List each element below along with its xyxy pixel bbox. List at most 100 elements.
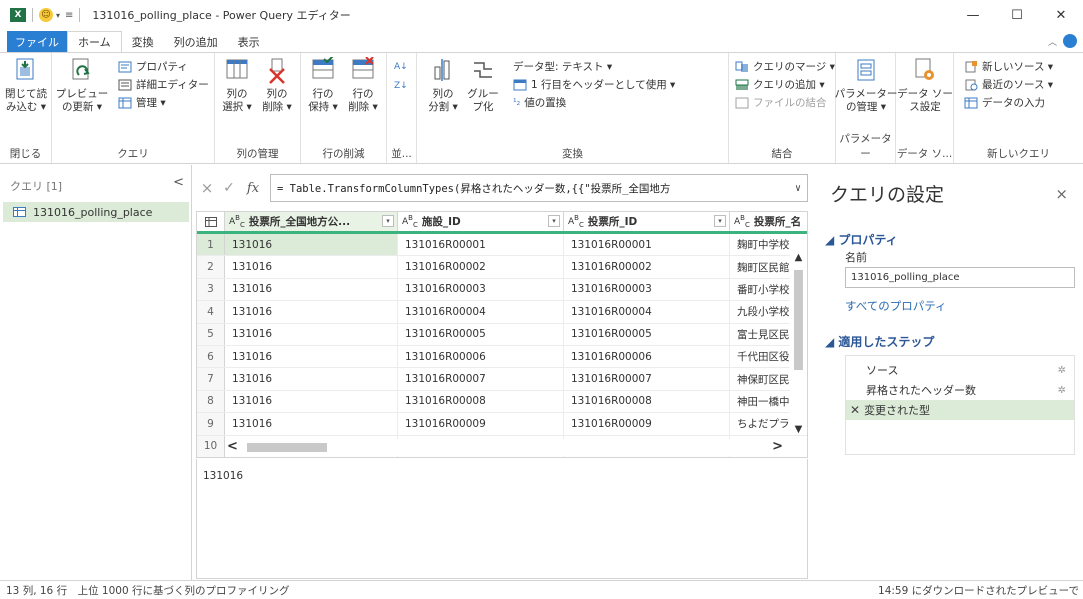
enter-data-button[interactable]: データの入力 (964, 94, 1045, 111)
column-header[interactable]: ABC 投票所_ID ▾ (564, 212, 730, 231)
row-number[interactable]: 8 (197, 390, 225, 413)
feedback-smiley-icon[interactable]: ☺ (39, 8, 53, 22)
append-queries-button[interactable]: クエリの追加 ▾ (735, 76, 825, 93)
excel-app-icon[interactable]: X (10, 8, 26, 22)
remove-columns-button[interactable]: 列の 削除 ▾ (255, 57, 299, 114)
column-header[interactable]: ABC 施設_ID ▾ (398, 212, 564, 231)
table-cell[interactable]: 131016 (225, 368, 398, 390)
help-icon[interactable] (1063, 34, 1077, 48)
row-number[interactable]: 7 (197, 368, 225, 390)
vertical-scrollbar[interactable]: ▲ ▼ (790, 252, 807, 435)
tab-add-column[interactable]: 列の追加 (164, 31, 228, 52)
properties-section-header[interactable]: ◢ プロパティ (825, 231, 898, 248)
gear-icon[interactable]: ✲ (1058, 385, 1066, 396)
close-and-load-button[interactable]: 閉じて読 み込む ▾ (4, 57, 48, 114)
table-cell[interactable]: 131016R00009 (564, 413, 730, 435)
tab-file[interactable]: ファイル (7, 31, 67, 52)
column-filter-dropdown[interactable]: ▾ (382, 215, 394, 227)
keep-rows-button[interactable]: 行の 保持 ▾ (301, 57, 345, 114)
applied-steps-header[interactable]: ◢ 適用したステップ (825, 333, 934, 350)
column-filter-dropdown[interactable]: ▾ (548, 215, 560, 227)
table-cell[interactable]: 131016R00009 (398, 413, 564, 435)
scroll-up-icon[interactable]: ▲ (790, 252, 807, 263)
step-item[interactable]: 昇格されたヘッダー数 ✲ (846, 380, 1074, 400)
column-header[interactable]: ABC 投票所_名 (730, 212, 807, 231)
table-cell[interactable]: 131016R00002 (398, 256, 564, 278)
table-menu-button[interactable] (197, 212, 225, 231)
collapse-queries-pane-icon[interactable]: < (173, 175, 184, 190)
manage-button[interactable]: 管理 ▾ (118, 94, 166, 111)
tab-transform[interactable]: 変換 (122, 31, 164, 52)
table-cell[interactable]: 131016R00002 (564, 256, 730, 278)
step-item[interactable]: ソース ✲ (846, 360, 1074, 380)
row-number[interactable]: 5 (197, 323, 225, 345)
scrollbar-thumb[interactable] (794, 270, 803, 370)
scroll-left-icon[interactable]: < (227, 439, 238, 454)
fx-icon[interactable]: fx (240, 181, 266, 196)
scrollbar-thumb[interactable] (247, 443, 327, 452)
table-cell[interactable]: 131016 (225, 323, 398, 345)
maximize-button[interactable]: ☐ (995, 0, 1039, 30)
delete-step-icon[interactable]: ✕ (850, 403, 860, 417)
text-type-icon[interactable]: ABC (402, 214, 418, 229)
scroll-right-icon[interactable]: > (772, 439, 783, 454)
row-number[interactable]: 9 (197, 413, 225, 435)
table-cell[interactable]: 131016R00004 (564, 301, 730, 323)
text-type-icon[interactable]: ABC (229, 214, 245, 229)
data-source-settings-button[interactable]: データ ソー ス設定 (897, 57, 953, 114)
advanced-editor-button[interactable]: 詳細エディター (118, 76, 209, 93)
close-window-button[interactable]: ✕ (1039, 0, 1083, 30)
query-item[interactable]: 131016_polling_place (3, 202, 189, 222)
tab-view[interactable]: 表示 (228, 31, 270, 52)
row-number[interactable]: 1 (197, 234, 225, 256)
table-cell[interactable]: 131016 (225, 345, 398, 368)
table-cell[interactable]: 131016R00006 (398, 345, 564, 368)
table-cell[interactable]: 131016R00001 (398, 234, 564, 256)
close-settings-button[interactable]: × (1055, 185, 1068, 203)
table-cell[interactable]: 131016R00008 (564, 390, 730, 413)
properties-button[interactable]: プロパティ (118, 58, 188, 75)
table-cell[interactable]: 131016R00008 (398, 390, 564, 413)
minimize-button[interactable]: — (951, 0, 995, 30)
choose-columns-button[interactable]: 列の 選択 ▾ (215, 57, 259, 114)
formula-input[interactable]: = Table.TransformColumnTypes(昇格されたヘッダー数,… (270, 174, 808, 202)
chevron-down-icon[interactable]: ▾ (56, 11, 60, 20)
scroll-down-icon[interactable]: ▼ (790, 424, 807, 435)
table-cell[interactable]: 131016 (225, 301, 398, 323)
collapse-ribbon-icon[interactable]: ︿ (1048, 35, 1057, 48)
all-properties-link[interactable]: すべてのプロパティ (845, 298, 947, 314)
table-cell[interactable]: 131016 (225, 390, 398, 413)
customize-quick-access-icon[interactable]: ≡ (65, 10, 73, 21)
commit-formula-button[interactable]: ✓ (218, 180, 240, 196)
data-type-dropdown[interactable]: データ型: テキスト ▾ (513, 58, 612, 75)
refresh-preview-button[interactable]: プレビュー の更新 ▾ (56, 57, 108, 114)
table-cell[interactable]: 131016R00007 (398, 368, 564, 390)
manage-parameters-button[interactable]: パラメーター の管理 ▾ (835, 57, 897, 114)
group-by-button[interactable]: グルー プ化 (461, 57, 505, 114)
table-cell[interactable]: 131016R00005 (564, 323, 730, 345)
merge-queries-button[interactable]: クエリのマージ ▾ (735, 58, 835, 75)
query-name-input[interactable]: 131016_polling_place (845, 267, 1075, 288)
row-number[interactable]: 2 (197, 256, 225, 278)
gear-icon[interactable]: ✲ (1058, 365, 1066, 376)
table-cell[interactable]: 131016 (225, 413, 398, 435)
cancel-formula-button[interactable]: × (196, 179, 218, 197)
row-number[interactable]: 3 (197, 278, 225, 301)
table-cell[interactable]: 131016R00006 (564, 345, 730, 368)
column-filter-dropdown[interactable]: ▾ (714, 215, 726, 227)
step-item-selected[interactable]: ✕ 変更された型 (846, 400, 1074, 420)
table-cell[interactable]: 131016R00004 (398, 301, 564, 323)
table-cell[interactable]: 131016 (225, 256, 398, 278)
table-cell[interactable]: 131016 (225, 278, 398, 301)
replace-values-button[interactable]: ¹₂ 値の置換 (513, 94, 566, 111)
use-first-row-as-headers-button[interactable]: 1 行目をヘッダーとして使用 ▾ (513, 76, 675, 93)
table-cell[interactable]: 131016R00003 (564, 278, 730, 301)
new-source-button[interactable]: 新しいソース ▾ (964, 58, 1053, 75)
text-type-icon[interactable]: ABC (734, 214, 750, 229)
table-cell[interactable]: 131016R00003 (398, 278, 564, 301)
column-header[interactable]: ABC 投票所_全国地方公... ▾ (225, 212, 398, 231)
horizontal-scrollbar[interactable]: < > (225, 439, 791, 456)
sort-descending-icon[interactable]: Z↓ (394, 77, 408, 94)
expand-formula-icon[interactable]: ∨ (790, 182, 801, 194)
table-cell[interactable]: 131016R00001 (564, 234, 730, 256)
